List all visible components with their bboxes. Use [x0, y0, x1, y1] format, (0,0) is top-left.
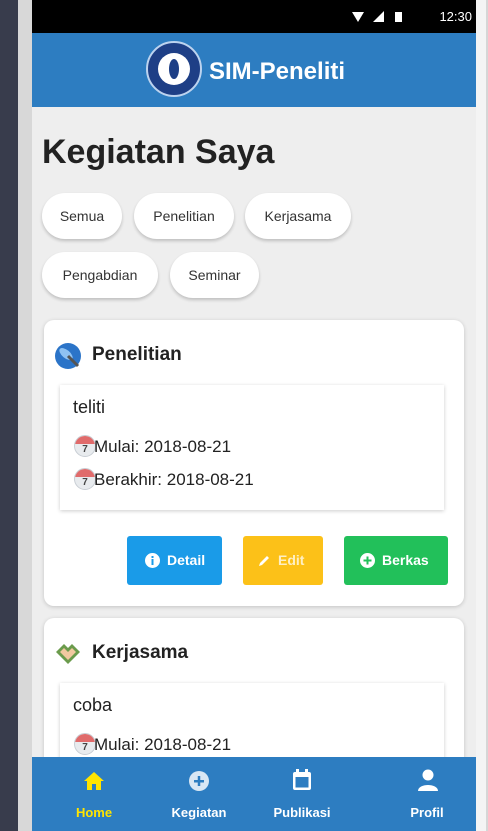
signal-icon: [373, 11, 384, 22]
window-bezel-inner: [18, 0, 32, 831]
activity-card-kerjasama: Kerjasama coba 7 Mulai: 2018-08-21: [44, 618, 464, 757]
status-bar: 12:30: [32, 0, 476, 33]
calendar-icon: 7: [74, 733, 96, 755]
phone-screen: 12:30 SIM-Peneliti Kegiatan Saya Semua P…: [32, 0, 476, 831]
satellite-dish-icon: [54, 342, 82, 370]
page-title: Kegiatan Saya: [42, 133, 275, 171]
detail-button[interactable]: Detail: [127, 536, 222, 585]
activity-title: coba: [73, 695, 113, 715]
app-bar: SIM-Peneliti: [32, 33, 476, 107]
filter-chip-kerjasama[interactable]: Kerjasama: [245, 193, 351, 239]
activity-card-penelitian: Penelitian teliti 7 Mulai: 2018-08-21 7 …: [44, 320, 464, 606]
main-content[interactable]: Kegiatan Saya Semua Penelitian Kerjasama…: [32, 107, 476, 757]
window-bezel: [0, 0, 18, 831]
calendar-icon: 7: [74, 468, 96, 490]
activity-item[interactable]: coba 7 Mulai: 2018-08-21: [60, 683, 444, 757]
plus-circle-icon: [189, 771, 209, 791]
nav-publikasi[interactable]: Publikasi: [252, 757, 352, 831]
person-icon: [418, 769, 438, 791]
home-icon: [84, 772, 104, 790]
app-title: SIM-Peneliti: [209, 58, 346, 85]
filter-chip-seminar[interactable]: Seminar: [170, 252, 259, 298]
berkas-button[interactable]: Berkas: [344, 536, 448, 585]
plus-circle-icon: [360, 553, 375, 568]
nav-kegiatan[interactable]: Kegiatan: [149, 757, 249, 831]
activity-title: teliti: [73, 397, 106, 417]
battery-icon: [395, 9, 402, 22]
handshake-icon: [54, 640, 82, 668]
filter-chip-penelitian[interactable]: Penelitian: [134, 193, 234, 239]
university-seal-icon: [146, 41, 202, 97]
filter-chip-pengabdian[interactable]: Pengabdian: [42, 252, 158, 298]
card-title: Penelitian: [92, 344, 182, 365]
calendar-icon: 7: [74, 435, 96, 457]
pencil-icon: [257, 553, 272, 568]
activity-item[interactable]: teliti 7 Mulai: 2018-08-21 7 Berakhir: 2…: [60, 385, 444, 510]
calendar-icon: [293, 769, 311, 790]
info-icon: [145, 553, 160, 568]
filter-chip-semua[interactable]: Semua: [42, 193, 122, 239]
nav-home[interactable]: Home: [44, 757, 144, 831]
status-time: 12:30: [439, 9, 472, 24]
nav-profil[interactable]: Profil: [377, 757, 476, 831]
wifi-icon: [352, 12, 364, 22]
card-title: Kerjasama: [92, 642, 189, 663]
bottom-navigation: Home Kegiatan Publikasi Profil: [32, 757, 476, 831]
edit-button[interactable]: Edit: [243, 536, 323, 585]
